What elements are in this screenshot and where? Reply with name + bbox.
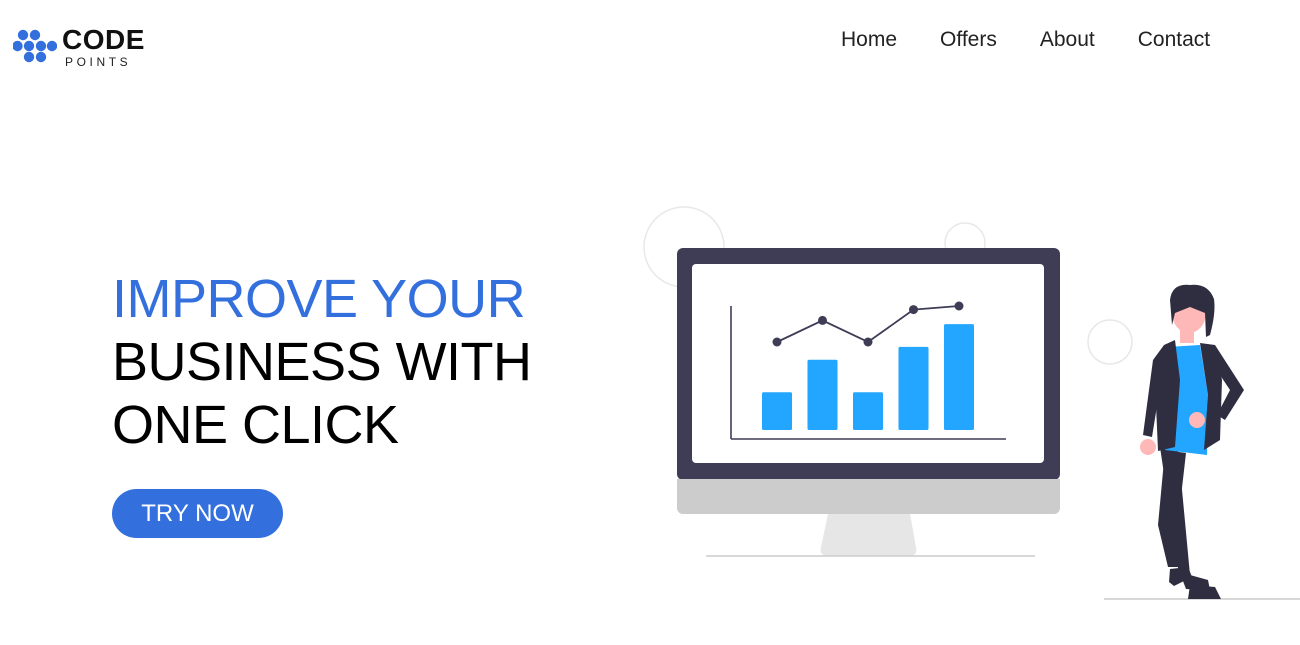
hero-headline-line-2: BUSINESS WITH xyxy=(112,332,532,392)
hero-headline-line-3: ONE CLICK xyxy=(112,395,399,455)
chart-point xyxy=(772,337,782,347)
chart-point xyxy=(863,337,873,347)
chart-point xyxy=(909,305,918,315)
chart-bar xyxy=(944,324,974,430)
nav-home-link[interactable]: Home xyxy=(841,28,897,52)
business-analytics-illustration xyxy=(643,206,1300,600)
chart-point xyxy=(818,315,827,325)
brand-name: CODE xyxy=(62,24,145,55)
hero-headline-accent: IMPROVE YOUR xyxy=(112,269,526,329)
chart-point xyxy=(954,301,964,311)
decor-circle-medium xyxy=(1087,319,1133,365)
brand-text: CODE POINTS xyxy=(62,24,145,69)
chart-bar xyxy=(853,392,883,430)
nav-offers-link[interactable]: Offers xyxy=(940,28,997,52)
person-icon xyxy=(1104,284,1300,600)
chart-bar xyxy=(898,346,929,430)
nav-about-link[interactable]: About xyxy=(1040,28,1095,52)
main-nav: Home Offers About Contact xyxy=(841,28,1210,52)
hero-headline: IMPROVE YOUR BUSINESS WITH ONE CLICK xyxy=(112,268,532,457)
brand-logo[interactable]: CODE POINTS xyxy=(13,25,145,69)
chart-bar xyxy=(762,392,792,430)
chart-bar xyxy=(807,359,838,430)
logo-dots-icon xyxy=(13,29,57,63)
landing-page: CODE POINTS Home Offers About Contact IM… xyxy=(0,0,1300,645)
nav-contact-link[interactable]: Contact xyxy=(1138,28,1210,52)
brand-tagline: POINTS xyxy=(65,55,132,69)
try-now-button[interactable]: TRY NOW xyxy=(112,489,283,538)
